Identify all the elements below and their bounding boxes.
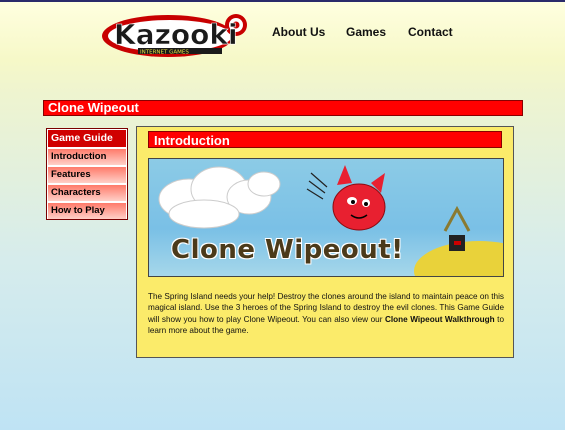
- kazooki-logo[interactable]: Kazooki INTERNET GAMES: [100, 10, 250, 58]
- page-title: Clone Wipeout: [43, 100, 523, 116]
- logo-tagline: INTERNET GAMES: [140, 50, 189, 56]
- sidebar-item-introduction[interactable]: Introduction: [48, 149, 126, 165]
- content-panel: Introduction Clone Wipeout! The Spring I…: [136, 126, 514, 358]
- sidebar-item-characters[interactable]: Characters: [48, 185, 126, 201]
- logo-wordmark: Kazooki: [114, 18, 238, 51]
- intro-paragraph: The Spring Island needs your help! Destr…: [148, 291, 504, 337]
- walkthrough-link[interactable]: Clone Wipeout Walkthrough: [385, 315, 495, 324]
- nav-contact[interactable]: Contact: [408, 25, 453, 39]
- sidebar-menu: Game Guide Introduction Features Charact…: [46, 128, 128, 220]
- game-banner-image: Clone Wipeout!: [148, 158, 504, 277]
- sidebar-item-features[interactable]: Features: [48, 167, 126, 183]
- cloud-icon: [158, 166, 281, 229]
- nav-games[interactable]: Games: [346, 25, 386, 39]
- red-clone-character-icon: [306, 165, 386, 231]
- nav-about-us[interactable]: About Us: [272, 25, 325, 39]
- sidebar-item-game-guide[interactable]: Game Guide: [48, 130, 126, 147]
- banner-game-title: Clone Wipeout!: [171, 235, 404, 265]
- section-title: Introduction: [148, 131, 502, 148]
- header: Kazooki INTERNET GAMES About Us Games Co…: [0, 2, 565, 72]
- sidebar-item-how-to-play[interactable]: How to Play: [48, 203, 126, 219]
